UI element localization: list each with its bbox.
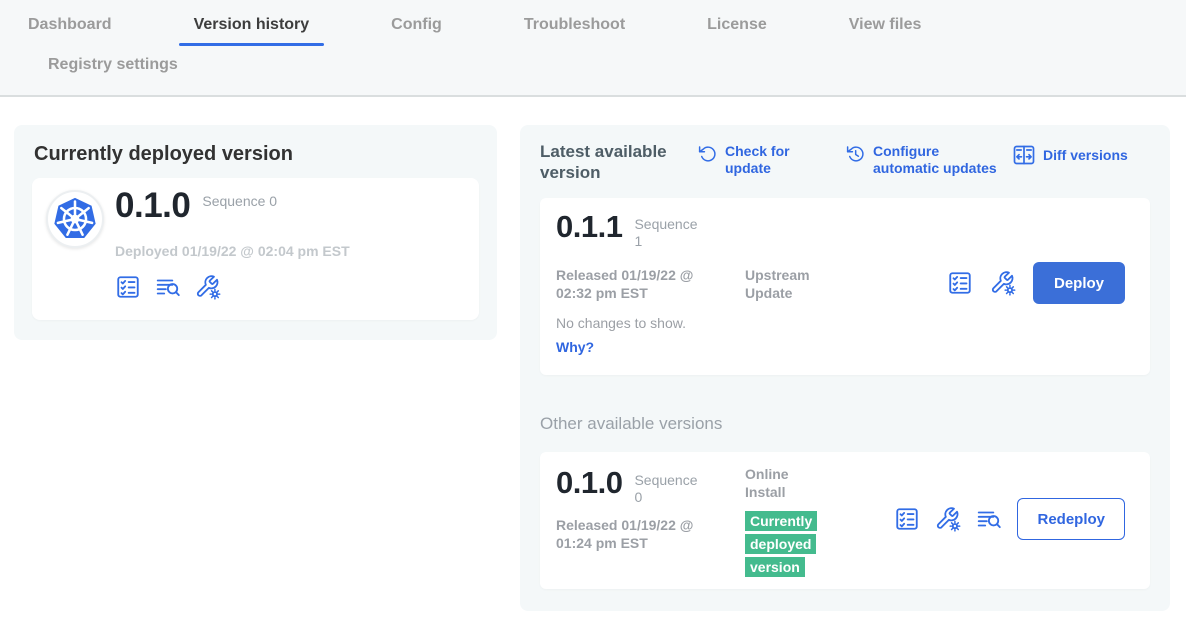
tab-view-files[interactable]: View files <box>834 8 937 46</box>
other-source-label: Online Install <box>745 465 815 501</box>
deployed-version-row: 0.1.0 Sequence 0 <box>115 188 277 223</box>
latest-version-card: 0.1.1 Sequence 1 Released 01/19/22 @ 02:… <box>540 198 1150 375</box>
deploy-logs-icon[interactable] <box>976 506 1002 532</box>
preflight-checks-icon[interactable] <box>115 274 141 300</box>
check-for-update-icon <box>697 143 718 164</box>
why-link[interactable]: Why? <box>556 339 594 356</box>
deployed-version-card: 0.1.0 Sequence 0 Deployed 01/19/22 @ 02:… <box>32 178 479 320</box>
diff-versions-label: Diff versions <box>1043 147 1128 164</box>
changes-note: No changes to show. <box>556 315 686 331</box>
latest-source-label: Upstream Update <box>745 266 835 302</box>
tab-config[interactable]: Config <box>376 8 457 46</box>
tab-registry-settings[interactable]: Registry settings <box>33 48 193 86</box>
kubernetes-logo-icon <box>46 190 104 248</box>
other-card-actions: Redeploy <box>894 498 1125 540</box>
currently-deployed-panel: Currently deployed version <box>14 125 497 340</box>
edit-config-icon[interactable] <box>990 270 1016 296</box>
check-for-update-label: Check for update <box>725 143 797 177</box>
deployed-timestamp: Deployed 01/19/22 @ 02:04 pm EST <box>115 243 350 259</box>
deploy-logs-icon[interactable] <box>155 274 181 300</box>
top-navigation: Dashboard Version history Config Trouble… <box>0 0 1186 97</box>
nav-row-1: Dashboard Version history Config Trouble… <box>0 0 1186 46</box>
tab-version-history[interactable]: Version history <box>179 8 325 46</box>
other-versions-heading: Other available versions <box>540 414 722 434</box>
configure-automatic-updates-link[interactable]: Configure automatic updates <box>845 143 1003 177</box>
deployed-version-number: 0.1.0 <box>115 188 190 223</box>
latest-version-row: 0.1.1 Sequence 1 <box>556 211 700 250</box>
configure-updates-icon <box>845 143 866 164</box>
check-for-update-link[interactable]: Check for update <box>697 143 797 177</box>
latest-released-timestamp: Released 01/19/22 @ 02:32 pm EST <box>556 266 728 302</box>
preflight-checks-icon[interactable] <box>894 506 920 532</box>
preflight-checks-icon[interactable] <box>947 270 973 296</box>
tab-license[interactable]: License <box>692 8 782 46</box>
diff-versions-link[interactable]: Diff versions <box>1012 143 1128 167</box>
redeploy-button[interactable]: Redeploy <box>1017 498 1125 540</box>
other-version-row: 0.1.0 Sequence 0 <box>556 467 700 506</box>
nav-row-2: Registry settings <box>0 46 1186 86</box>
version-history-page: Dashboard Version history Config Trouble… <box>0 0 1186 640</box>
edit-config-icon[interactable] <box>195 274 221 300</box>
tab-troubleshoot[interactable]: Troubleshoot <box>509 8 640 46</box>
currently-deployed-badge: Currently deployed version <box>745 511 817 577</box>
tab-dashboard[interactable]: Dashboard <box>13 8 127 46</box>
deploy-button[interactable]: Deploy <box>1033 262 1125 304</box>
deployed-card-actions <box>115 274 221 300</box>
other-released-timestamp: Released 01/19/22 @ 01:24 pm EST <box>556 516 728 552</box>
other-version-number: 0.1.0 <box>556 467 622 498</box>
deployed-sequence-label: Sequence 0 <box>202 188 277 210</box>
currently-deployed-title: Currently deployed version <box>34 143 293 166</box>
latest-sequence-label: Sequence 1 <box>634 211 700 250</box>
other-version-card: 0.1.0 Sequence 0 Online Install Released… <box>540 452 1150 589</box>
configure-automatic-updates-label: Configure automatic updates <box>873 143 1003 177</box>
latest-available-panel: Latest available version Check for updat… <box>520 125 1170 611</box>
edit-config-icon[interactable] <box>935 506 961 532</box>
latest-version-number: 0.1.1 <box>556 211 622 242</box>
latest-card-actions: Deploy <box>947 262 1125 304</box>
diff-versions-icon <box>1012 143 1036 167</box>
currently-deployed-badge-wrap: Currently deployed version <box>745 510 829 579</box>
other-sequence-label: Sequence 0 <box>634 467 700 506</box>
latest-available-title: Latest available version <box>540 141 680 183</box>
